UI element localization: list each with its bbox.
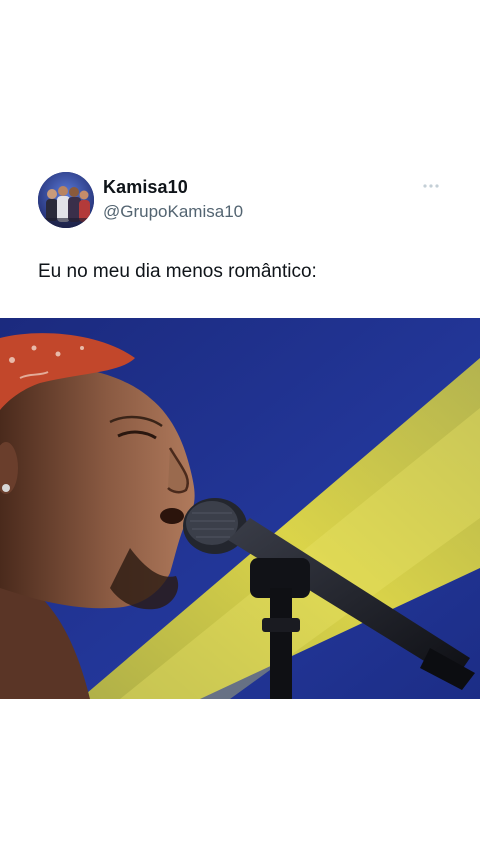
tweet-screenshot: Kamisa10 @GrupoKamisa10 Eu no meu dia me…: [0, 0, 480, 854]
tweet-header: Kamisa10 @GrupoKamisa10: [38, 172, 448, 230]
tweet-text: Eu no meu dia menos romântico:: [38, 261, 317, 282]
tweet-media-image[interactable]: [0, 318, 480, 699]
author-handle[interactable]: @GrupoKamisa10: [103, 202, 243, 222]
author-name[interactable]: Kamisa10: [103, 177, 188, 198]
ellipsis-horizontal-icon[interactable]: [422, 178, 440, 188]
avatar[interactable]: [38, 172, 94, 228]
